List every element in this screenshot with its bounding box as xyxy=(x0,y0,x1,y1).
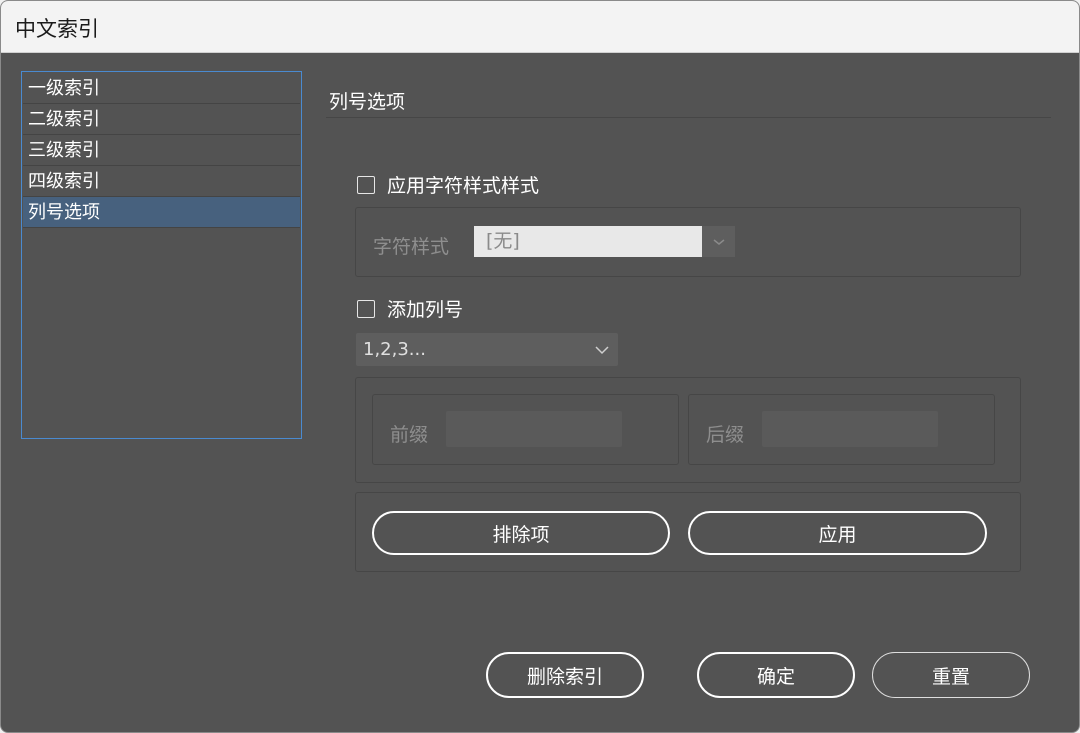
window-title: 中文索引 xyxy=(15,17,99,41)
prefix-input[interactable] xyxy=(446,411,622,447)
list-item-level-4[interactable]: 四级索引 xyxy=(23,166,300,197)
list-item-level-2[interactable]: 二级索引 xyxy=(23,104,300,135)
list-item-level-3[interactable]: 三级索引 xyxy=(23,135,300,166)
apply-char-style-row[interactable]: 应用字符样式样式 xyxy=(357,171,539,198)
section-divider xyxy=(326,117,1051,118)
list-item-number-options[interactable]: 列号选项 xyxy=(23,197,300,228)
char-style-select[interactable]: [无] xyxy=(474,226,702,257)
apply-button[interactable]: 应用 xyxy=(688,511,987,555)
apply-char-style-label: 应用字符样式样式 xyxy=(387,175,540,197)
delete-index-button[interactable]: 删除索引 xyxy=(486,652,644,698)
chevron-down-icon xyxy=(713,238,724,245)
suffix-label: 后缀 xyxy=(706,424,745,446)
number-format-value: 1,2,3... xyxy=(363,339,426,360)
add-number-row[interactable]: 添加列号 xyxy=(357,295,463,322)
ok-button[interactable]: 确定 xyxy=(697,652,855,698)
list-item-level-1[interactable]: 一级索引 xyxy=(23,73,300,104)
suffix-input[interactable] xyxy=(762,411,938,447)
char-style-label: 字符样式 xyxy=(373,236,450,258)
chevron-down-icon xyxy=(595,346,609,355)
category-list[interactable]: 一级索引 二级索引 三级索引 四级索引 列号选项 xyxy=(21,71,302,439)
number-format-select[interactable]: 1,2,3... xyxy=(356,333,618,366)
section-title: 列号选项 xyxy=(329,91,406,113)
exclude-button[interactable]: 排除项 xyxy=(372,511,670,555)
add-number-checkbox[interactable] xyxy=(357,299,375,318)
apply-char-style-checkbox[interactable] xyxy=(357,175,375,194)
add-number-label: 添加列号 xyxy=(387,299,464,321)
reset-button[interactable]: 重置 xyxy=(872,652,1030,698)
dialog-window: 中文索引 一级索引 二级索引 三级索引 四级索引 列号选项 列号选项 应用字符样… xyxy=(0,0,1080,733)
char-style-dropdown-button[interactable] xyxy=(702,226,735,257)
title-bar: 中文索引 xyxy=(1,1,1079,53)
prefix-label: 前缀 xyxy=(390,424,429,446)
